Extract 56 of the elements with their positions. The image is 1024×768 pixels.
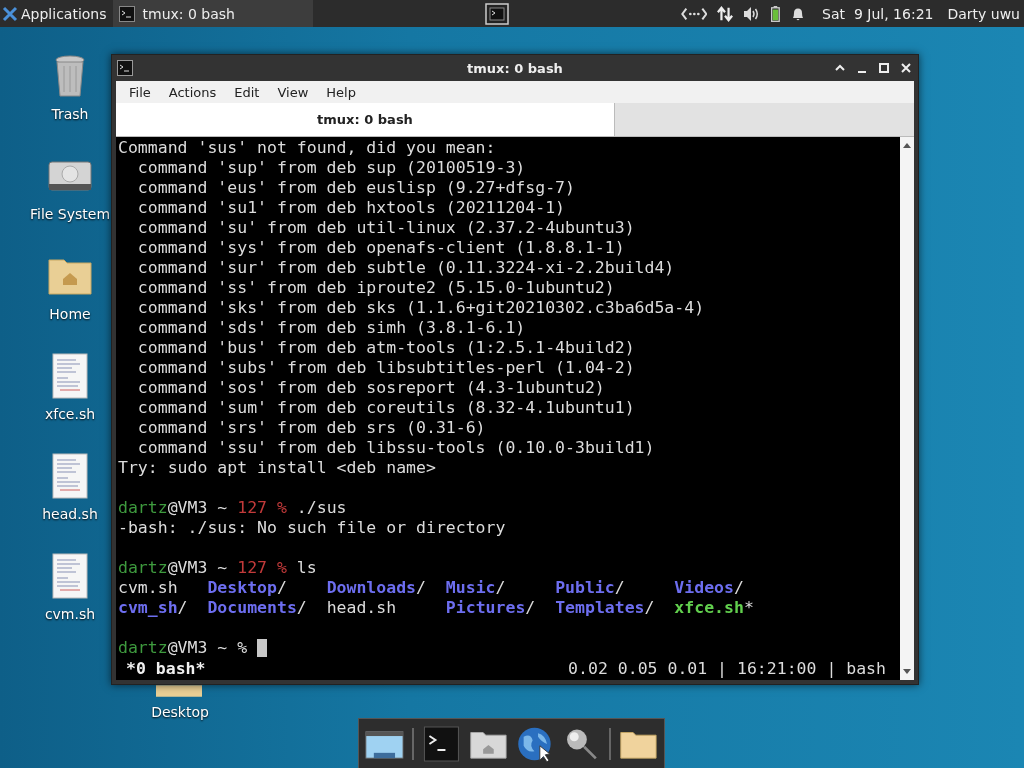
- network-icon[interactable]: [680, 5, 708, 22]
- terminal-line: command 'sys' from deb openafs-client (1.8.8.1-1): [136, 238, 625, 258]
- terminal-icon: [117, 60, 133, 76]
- menu-item[interactable]: Actions: [159, 84, 226, 100]
- terminal-line: command 'eus' from deb euslisp (9.27+dfsg-7): [136, 178, 575, 198]
- applications-menu[interactable]: Applications: [0, 0, 113, 27]
- menu-item[interactable]: Edit: [225, 84, 269, 100]
- desktop-icon-label[interactable]: Trash: [51, 106, 89, 122]
- terminal-line: dartz@VM3 ~ 127 % ls: [118, 558, 317, 578]
- terminal-line: dartz@VM3 ~ 127 % ./sus: [118, 498, 347, 518]
- menu-item[interactable]: Help: [317, 84, 365, 100]
- terminal-line: command 'subs' from deb libsubtitles-perl (1.04-2): [136, 358, 635, 378]
- scrollbar[interactable]: [900, 137, 914, 680]
- clock-text[interactable]: Sat 9 Jul, 16:21: [822, 5, 934, 22]
- window-title: tmux: 0 bash: [467, 60, 563, 76]
- terminal-tab[interactable]: tmux: 0 bash: [116, 103, 615, 136]
- terminal-line: dartz@VM3 ~ %: [118, 638, 249, 658]
- workspace-switcher-icon[interactable]: [483, 2, 510, 25]
- desktop-icon-label[interactable]: Home: [49, 306, 91, 322]
- desktop-icon-label[interactable]: File System: [29, 206, 111, 222]
- terminal-line: command 'bus' from deb atm-tools (1:2.5.1-4build2): [136, 338, 635, 358]
- menu-item[interactable]: View: [268, 84, 318, 100]
- terminal-line: command 'ss' from deb iproute2 (5.15.0-1ubuntu2): [136, 278, 615, 298]
- terminal-icon: [118, 5, 135, 22]
- terminal-line: command 'sos' from deb sosreport (4.3-1ubuntu2): [136, 378, 605, 398]
- taskbar-button[interactable]: tmux: 0 bash: [112, 0, 313, 27]
- desktop-icon-label[interactable]: head.sh: [42, 506, 98, 522]
- transfer-arrows-icon[interactable]: [717, 5, 734, 22]
- terminal-icon[interactable]: [421, 725, 461, 762]
- tmux-window-label: *0 bash*: [126, 659, 206, 679]
- terminal-line: command 'su' from deb util-linux (2.37.2-4ubuntu3): [136, 218, 635, 238]
- terminal-line: command 'srs' from deb srs (0.31-6): [136, 418, 486, 438]
- scroll-down-icon[interactable]: [902, 668, 912, 676]
- terminal-line: command 'sds' from deb simh (3.8.1-6.1): [136, 318, 526, 338]
- scroll-up-icon[interactable]: [902, 141, 912, 149]
- terminal-line: cvm_sh/ Documents/ head.sh Pictures/ Templates/ xfce.sh*: [118, 598, 754, 618]
- terminal-line: cvm.sh Desktop/ Downloads/ Music/ Public/ Videos/: [118, 578, 744, 598]
- desktop-icon-label[interactable]: xfce.sh: [44, 406, 96, 422]
- terminal-line: command 'sum' from deb coreutils (8.32-4.1ubuntu1): [136, 398, 635, 418]
- desktop-icon-label[interactable]: cvm.sh: [44, 606, 96, 622]
- terminal-line: command 'su1' from deb hxtools (20211204-1): [136, 198, 566, 218]
- battery-icon[interactable]: [771, 5, 781, 22]
- close-button[interactable]: [900, 62, 912, 74]
- maximize-button[interactable]: [878, 62, 890, 74]
- terminal-line: command 'sks' from deb sks (1.1.6+git20210302.c3ba6d5a-4): [136, 298, 705, 318]
- x-logo-icon: [2, 5, 18, 22]
- terminal-line: -bash: ./sus: No such file or directory: [118, 518, 506, 538]
- menu-item[interactable]: File: [120, 84, 160, 100]
- user-name[interactable]: Darty uwu: [947, 5, 1020, 22]
- desktop-icon-label[interactable]: Desktop: [151, 704, 209, 720]
- terminal-line: command 'sur' from deb subtle (0.11.3224-xi-2.2build4): [136, 258, 675, 278]
- terminal-line: Try: sudo apt install <deb name>: [118, 458, 436, 478]
- terminal-line: Command 'sus' not found, did you mean:: [118, 138, 496, 158]
- terminal-line: command 'sup' from deb sup (20100519-3): [136, 158, 526, 178]
- tmux-status-text: 0.02 0.05 0.01 | 16:21:00 | bash: [568, 659, 886, 679]
- terminal-line: command 'ssu' from deb libssu-tools (0.10.0-3build1): [136, 438, 655, 458]
